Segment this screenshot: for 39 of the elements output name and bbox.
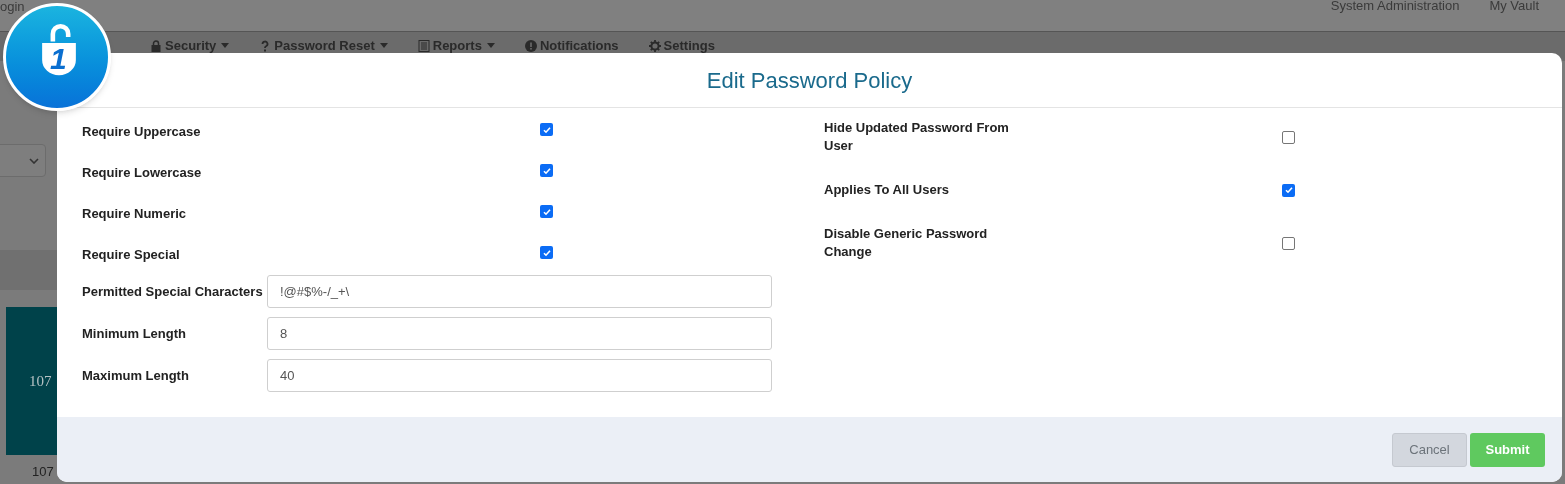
- text-field[interactable]: 40: [267, 359, 772, 392]
- option-label: Require Lowercase: [82, 164, 203, 182]
- dialog-title: Edit Password Policy: [706, 66, 913, 95]
- nav-label: Reports: [432, 36, 482, 55]
- checkbox[interactable]: [1282, 236, 1295, 250]
- checkbox[interactable]: [540, 123, 553, 136]
- checkbox[interactable]: [540, 164, 553, 177]
- select-field[interactable]: [0, 144, 46, 177]
- option-label: Applies To All Users: [824, 181, 950, 199]
- lock-icon: [150, 39, 162, 52]
- option-label: Require Special: [82, 246, 181, 264]
- nav-label: Security: [165, 36, 217, 55]
- field-label: Permitted Special Characters: [82, 282, 264, 301]
- top-link[interactable]: My Vault: [1489, 0, 1539, 16]
- submit-button[interactable]: Submit: [1470, 432, 1545, 467]
- logo-numeral: 1: [50, 44, 67, 74]
- settings-icon: [648, 39, 661, 52]
- cancel-button[interactable]: Cancel: [1392, 432, 1467, 467]
- checkbox[interactable]: [1282, 130, 1295, 144]
- checkbox[interactable]: [540, 205, 553, 218]
- list-icon: [417, 39, 430, 52]
- tile-caption: 107: [32, 463, 54, 481]
- top-link[interactable]: System Administration: [1330, 0, 1460, 16]
- nav-label: Password Reset: [274, 36, 375, 55]
- field-label: Minimum Length: [82, 324, 187, 343]
- checkbox[interactable]: [540, 246, 553, 259]
- option-label: Require Numeric: [82, 205, 188, 223]
- chevron-icon: [29, 157, 39, 164]
- field-label: Maximum Length: [82, 366, 190, 385]
- option-label: Require Uppercase: [82, 123, 202, 141]
- text-field[interactable]: !@#$%-/_+\: [267, 275, 772, 308]
- option-label: Hide Updated Password From User: [824, 119, 1010, 155]
- option-label: Disable Generic Password Change: [824, 225, 989, 261]
- login-link[interactable]: ogin: [0, 0, 25, 17]
- text-field[interactable]: 8: [267, 317, 772, 350]
- checkbox[interactable]: [1282, 183, 1295, 197]
- alert-icon: [524, 39, 537, 52]
- nav-label: Notifications: [539, 36, 619, 55]
- nav-label: Settings: [663, 36, 715, 55]
